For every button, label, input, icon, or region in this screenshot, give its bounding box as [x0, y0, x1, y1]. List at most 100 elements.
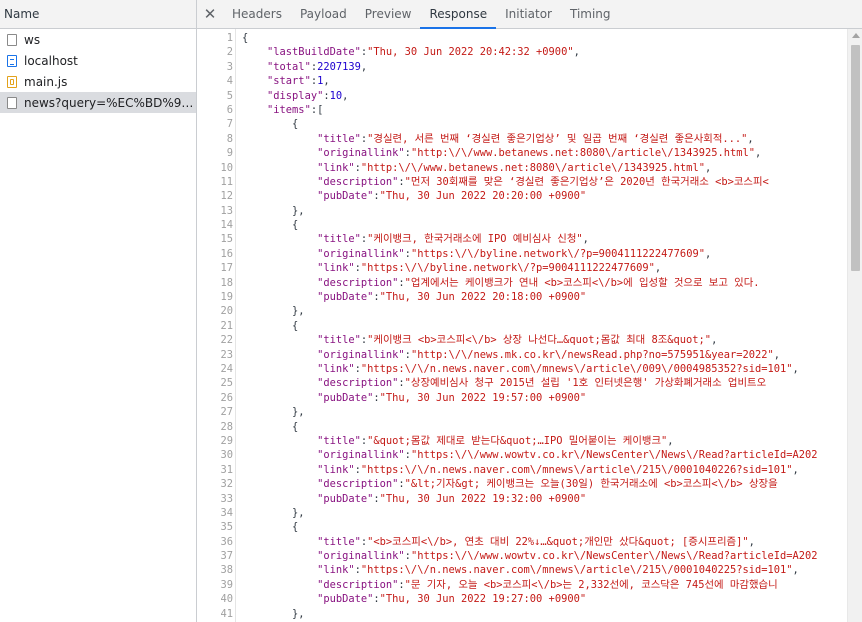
scrollbar-thumb[interactable] — [851, 45, 860, 271]
json-punctuation: , — [755, 147, 762, 160]
json-key: "pubDate" — [317, 391, 374, 404]
json-key: "description" — [317, 175, 399, 188]
vertical-scrollbar[interactable] — [847, 29, 862, 622]
json-string: "케이뱅크, 한국거래소에 IPO 예비심사 신청" — [367, 233, 583, 246]
json-string: "http:\/\/www.betanews.net:8080\/article… — [360, 161, 705, 174]
json-key: "title" — [317, 535, 361, 548]
json-punctuation: { — [292, 118, 299, 131]
json-key: "description" — [317, 377, 399, 390]
line-text: { — [235, 520, 298, 534]
line-text: "originallink":"https:\/\/byline.network… — [235, 247, 711, 261]
json-key: "originallink" — [317, 550, 405, 563]
json-string: "https:\/\/byline.network\/?p=9004111222… — [360, 262, 655, 275]
json-key: "link" — [317, 463, 355, 476]
code-line: 12 "pubDate":"Thu, 30 Jun 2022 20:20:00 … — [197, 189, 847, 203]
code-line: 28 { — [197, 420, 847, 434]
request-row[interactable]: localhost — [0, 50, 196, 71]
code-line: 31 "link":"https:\/\/n.news.naver.com\/m… — [197, 463, 847, 477]
json-string: "경실련, 서른 번째 ‘경실련 좋은기업상’ 및 일곱 번째 ‘경실련 좋은사… — [367, 132, 748, 145]
json-punctuation: , — [748, 535, 755, 548]
line-number: 32 — [220, 478, 233, 491]
code-line: 21 { — [197, 319, 847, 333]
scroll-up-arrow-icon[interactable] — [852, 33, 860, 38]
line-number: 2 — [226, 46, 233, 59]
json-punctuation: , — [342, 89, 349, 102]
line-text: "originallink":"https:\/\/www.wowtv.co.k… — [235, 448, 818, 462]
json-string: "&quot;몸값 제대로 받는다&quot;…IPO 밀어붙이는 케이뱅크" — [367, 434, 668, 447]
line-number: 11 — [220, 175, 233, 188]
json-punctuation: , — [792, 362, 799, 375]
line-text: { — [235, 420, 298, 434]
details-tabbar: ✕ Headers Payload Preview Response Initiator… — [197, 0, 862, 29]
line-text: "description":"상장예비심사 청구 2015년 설립 '1호 인터… — [235, 376, 766, 390]
line-text: "link":"https:\/\/n.news.naver.com\/mnew… — [235, 463, 799, 477]
close-icon[interactable]: ✕ — [197, 0, 223, 28]
code-line: 36 "title":"<b>코스피<\/b>, 연초 대비 22%↓…&quo… — [197, 535, 847, 549]
line-number: 31 — [220, 463, 233, 476]
line-text: "display":10, — [235, 89, 348, 103]
tab-headers[interactable]: Headers — [223, 0, 291, 28]
json-key: "link" — [317, 564, 355, 577]
file-icon — [7, 96, 17, 109]
line-number: 21 — [220, 319, 233, 332]
request-name: main.js — [24, 74, 68, 89]
json-punctuation: { — [292, 319, 299, 332]
json-punctuation: { — [292, 420, 299, 433]
line-text: "title":"<b>코스피<\/b>, 연초 대비 22%↓…&quot;개… — [235, 535, 755, 549]
name-column-header[interactable]: Name — [0, 0, 196, 29]
code-line: 1{ — [197, 31, 847, 45]
line-text: { — [235, 31, 248, 45]
line-number: 9 — [226, 147, 233, 160]
json-string: "https:\/\/n.news.naver.com\/mnews\/arti… — [360, 362, 793, 375]
json-punctuation: :[ — [310, 103, 324, 116]
line-text: "total":2207139, — [235, 60, 367, 74]
line-number: 12 — [220, 190, 233, 203]
json-key: "link" — [317, 262, 355, 275]
line-number: 33 — [220, 492, 233, 505]
line-number: 18 — [220, 276, 233, 289]
json-punctuation: , — [704, 247, 712, 260]
request-list: ws localhost main.js news?query=%EC%BD%94%E… — [0, 29, 196, 113]
json-key: "title" — [317, 132, 361, 145]
details-panel: ✕ Headers Payload Preview Response Initiator… — [197, 0, 862, 622]
line-text: "originallink":"http:\/\/www.betanews.ne… — [235, 146, 761, 160]
code-line: 24 "link":"https:\/\/n.news.naver.com\/m… — [197, 362, 847, 376]
tab-response[interactable]: Response — [420, 0, 496, 29]
tab-payload[interactable]: Payload — [291, 0, 356, 28]
line-number: 16 — [220, 247, 233, 260]
json-punctuation: , — [582, 233, 589, 246]
json-key: "pubDate" — [317, 492, 374, 505]
line-number: 8 — [226, 132, 233, 145]
code-line: 25 "description":"상장예비심사 청구 2015년 설립 '1호… — [197, 376, 847, 390]
json-punctuation: , — [773, 348, 781, 361]
code-line: 26 "pubDate":"Thu, 30 Jun 2022 19:57:00 … — [197, 391, 847, 405]
line-text: { — [235, 117, 298, 131]
response-code: 1{2 "lastBuildDate":"Thu, 30 Jun 2022 20… — [197, 29, 847, 621]
tab-timing[interactable]: Timing — [561, 0, 620, 28]
line-number: 41 — [220, 607, 233, 620]
code-line: 29 "title":"&quot;몸값 제대로 받는다&quot;…IPO 밀… — [197, 434, 847, 448]
response-viewer[interactable]: 1{2 "lastBuildDate":"Thu, 30 Jun 2022 20… — [197, 29, 847, 622]
json-string: "http:\/\/news.mk.co.kr\/newsRead.php?no… — [410, 348, 774, 361]
json-string: "https:\/\/www.wowtv.co.kr\/NewsCenter\/… — [410, 449, 818, 462]
code-line: 40 "pubDate":"Thu, 30 Jun 2022 19:27:00 … — [197, 592, 847, 606]
line-text: "start":1, — [235, 74, 330, 88]
code-line: 37 "originallink":"https:\/\/www.wowtv.c… — [197, 549, 847, 563]
json-punctuation: }, — [292, 607, 305, 620]
line-text: "description":"문 기자, 오늘 <b>코스피<\/b>는 2,3… — [235, 578, 778, 592]
request-row[interactable]: ws — [0, 29, 196, 50]
line-text: "originallink":"http:\/\/news.mk.co.kr\/… — [235, 348, 780, 362]
line-text: "description":"업계에서는 케이뱅크가 연내 <b>코스피<\/b… — [235, 276, 759, 290]
line-number: 10 — [220, 161, 233, 174]
request-name: localhost — [24, 53, 78, 68]
json-key: "pubDate" — [317, 190, 374, 203]
request-row[interactable]: main.js — [0, 71, 196, 92]
code-line: 7 { — [197, 117, 847, 131]
json-punctuation: , — [792, 564, 799, 577]
request-row[interactable]: news?query=%EC%BD%94%E... — [0, 92, 196, 113]
tab-preview[interactable]: Preview — [356, 0, 421, 28]
json-key: "title" — [317, 233, 361, 246]
tab-initiator[interactable]: Initiator — [496, 0, 561, 28]
code-line: 14 { — [197, 218, 847, 232]
json-key: "link" — [317, 161, 355, 174]
